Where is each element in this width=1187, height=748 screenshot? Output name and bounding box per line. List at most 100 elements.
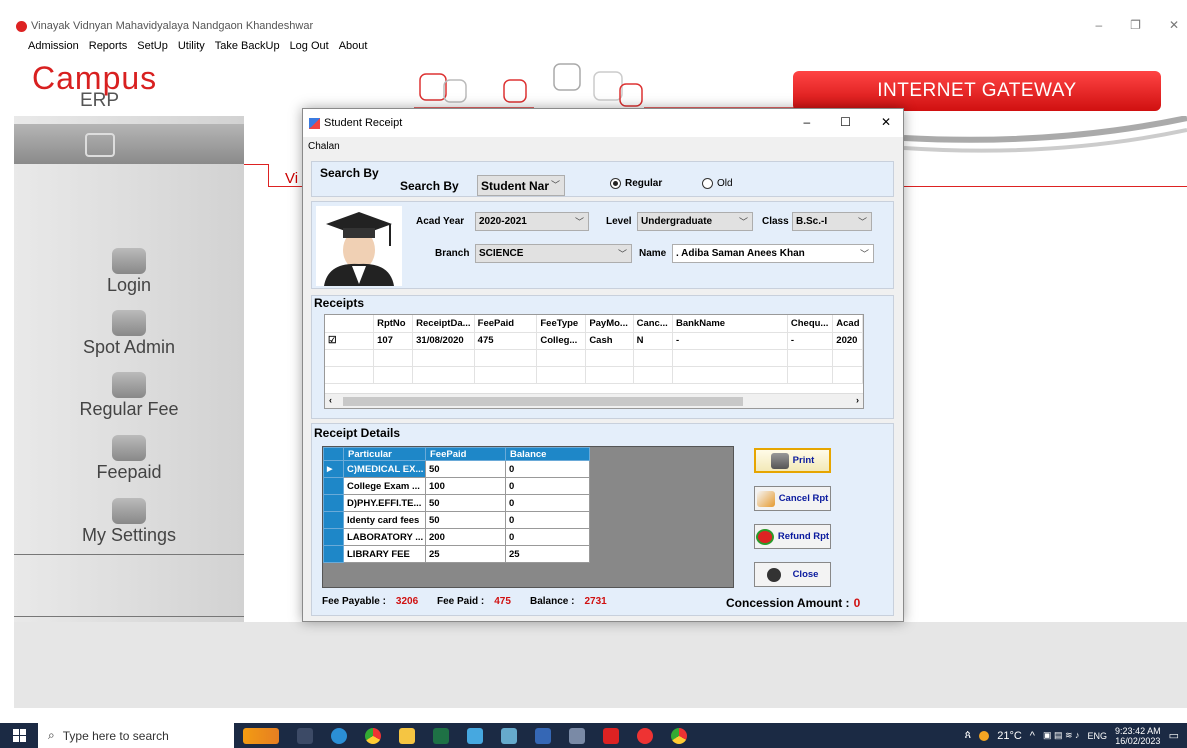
menu-admission[interactable]: Admission [28,40,79,52]
dialog-minimize-button[interactable]: – [803,115,810,129]
close-circle-icon [766,567,781,582]
concession-value: 0 [853,596,861,610]
word-icon[interactable] [535,727,551,744]
col-header-cheque[interactable]: Chequ... [787,315,834,333]
menu-setup[interactable]: SetUp [137,40,168,52]
col-header-acad[interactable]: Acad [832,315,863,333]
people-icon[interactable]: ጰ [965,729,972,742]
col-header-particular[interactable]: Particular [343,447,426,461]
radio-regular[interactable]: Regular [610,178,662,189]
menu-chalan[interactable]: Chalan [308,141,340,152]
table-row[interactable]: College Exam ... 100 0 [323,477,590,495]
dialog-close-button[interactable]: ✕ [881,115,891,129]
menu-about[interactable]: About [339,40,368,52]
receipt-details-label: Receipt Details [314,426,401,440]
radio-old[interactable]: Old [702,178,733,189]
table-row[interactable]: LABORATORY ... 200 0 [323,528,590,546]
file-explorer-icon[interactable] [399,727,415,744]
menu-reports[interactable]: Reports [89,40,128,52]
acrobat-icon[interactable] [603,727,619,744]
col-header-feetype[interactable]: FeeType [536,315,587,333]
nav-my-settings[interactable]: My Settings [14,498,244,546]
partial-college-name: Vi [285,170,299,187]
close-dialog-button[interactable]: Close [754,562,831,587]
search-by-group-label: Search By [320,166,379,180]
notification-icon[interactable]: ▭ [1169,729,1179,742]
nav-login[interactable]: Login [14,248,244,296]
footer-band [14,622,1187,708]
chevron-down-icon: ﹀ [617,249,627,259]
nav-feepaid[interactable]: Feepaid [14,435,244,483]
clock[interactable]: 9:23:42 AM 16/02/2023 [1115,726,1161,746]
cancel-receipt-button[interactable]: Cancel Rpt [754,486,831,511]
refund-receipt-button[interactable]: Refund Rpt [754,524,831,549]
refund-dollar-icon [755,528,774,545]
table-row[interactable]: ☑ 107 31/08/2020 475 Colleg... Cash N - … [325,332,863,350]
print-button[interactable]: Print [754,448,831,473]
col-header-balance[interactable]: Balance [505,447,590,461]
col-header-cancel[interactable]: Canc... [633,315,673,333]
table-row[interactable]: Identy card fees 50 0 [323,511,590,529]
receipt-details-grid: Particular FeePaid Balance ▶ C)MEDICAL E… [322,446,734,588]
cell-feetype: Colleg... [536,332,587,350]
table-row[interactable]: LIBRARY FEE 25 25 [323,545,590,563]
dialog-maximize-button[interactable]: ☐ [840,115,851,129]
chrome-icon[interactable] [671,727,687,744]
menu-log-out[interactable]: Log Out [290,40,329,52]
task-view-icon[interactable] [297,727,313,744]
scroll-right-icon[interactable]: › [856,395,859,405]
language-indicator[interactable]: ENG [1088,731,1108,741]
fee-paid: Fee Paid :475 [437,596,511,607]
scroll-left-icon[interactable]: ‹ [329,395,332,405]
minimize-button[interactable]: – [1095,18,1102,32]
edge-icon[interactable] [331,727,347,744]
close-button[interactable]: ✕ [1169,18,1179,32]
excel-icon[interactable] [433,727,449,744]
receipt-details-group: Receipt Details Particular FeePaid Balan… [311,423,894,616]
col-header-bankname[interactable]: BankName [672,315,788,333]
internet-gateway-banner: INTERNET GATEWAY [793,71,1161,111]
horizontal-scrollbar[interactable]: ‹ › [325,393,863,408]
tray-icons[interactable]: ▣ ▤ ≋ ♪ [1043,730,1080,741]
row-checkbox[interactable]: ☑ [325,332,375,350]
level-select[interactable]: Undergraduate ﹀ [637,212,753,231]
nav-regular-fee[interactable]: Regular Fee [14,372,244,420]
col-header[interactable] [325,315,375,333]
balance: Balance :2731 [530,596,607,607]
weather-temp[interactable]: 21°C [997,730,1022,742]
start-button[interactable] [0,729,38,742]
nav-spot-admin[interactable]: Spot Admin [14,310,244,358]
col-header-paymode[interactable]: PayMo... [585,315,634,333]
scroll-thumb[interactable] [343,397,743,406]
col-header-rptno[interactable]: RptNo [373,315,414,333]
radio-unselected-icon [702,178,713,189]
student-name-select[interactable]: . Adiba Saman Anees Khan ﹀ [672,244,874,263]
tray-chevron-icon[interactable]: ^ [1030,730,1035,742]
search-by-group: Search By Search By Student Nar ﹀ Regular… [311,161,894,197]
class-select[interactable]: B.Sc.-I ﹀ [792,212,872,231]
table-row[interactable]: ▶ C)MEDICAL EX... 50 0 [323,460,590,478]
receipts-header-row: RptNo ReceiptDa... FeePaid FeeType PayMo… [325,315,863,333]
search-by-select[interactable]: Student Nar ﹀ [477,175,565,196]
menu-take-backup[interactable]: Take BackUp [215,40,280,52]
search-icon: ⌕ [48,728,55,742]
col-header-feepaid[interactable]: FeePaid [425,447,506,461]
acad-year-select[interactable]: 2020-2021 ﹀ [475,212,589,231]
menu-utility[interactable]: Utility [178,40,205,52]
chrome-icon[interactable] [365,727,381,744]
cell-receiptdate: 31/08/2020 [412,332,475,350]
col-header-receiptdate[interactable]: ReceiptDa... [412,315,475,333]
key-icon [112,248,146,274]
table-row[interactable]: D)PHY.EFFI.TE... 50 0 [323,494,590,512]
network-app-icon[interactable] [569,727,585,744]
col-header-feepaid[interactable]: FeePaid [474,315,538,333]
app-icon[interactable] [467,727,483,744]
cell-bankname: - [672,332,788,350]
branch-select[interactable]: SCIENCE ﹀ [475,244,632,263]
decorative-squares [414,63,794,109]
notes-icon[interactable] [501,727,517,744]
taskbar-search[interactable]: ⌕ Type here to search [38,723,234,748]
cell-paymode: Cash [585,332,634,350]
erp-icon[interactable] [637,727,653,744]
maximize-button[interactable]: ❐ [1130,18,1141,32]
